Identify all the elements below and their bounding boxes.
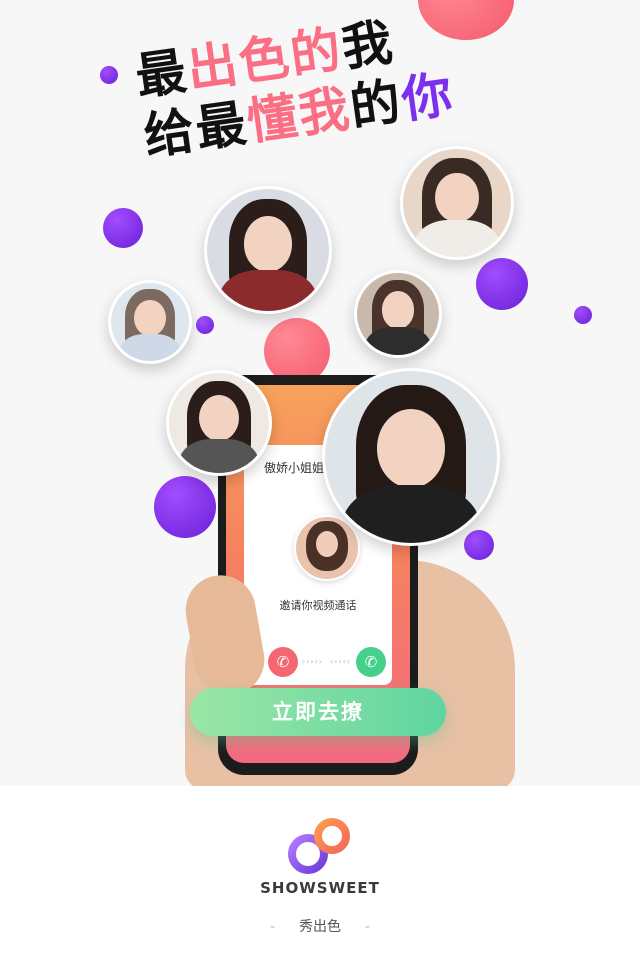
- footer: SHOWSWEET - 秀出色 -: [0, 786, 640, 960]
- profile-avatar[interactable]: [166, 370, 272, 476]
- profile-avatar[interactable]: [322, 368, 500, 546]
- profile-avatar[interactable]: [354, 270, 442, 358]
- avatar-face: [376, 408, 446, 488]
- avatar-clothing: [219, 269, 317, 311]
- call-message: 邀请你视频通话: [279, 599, 357, 612]
- tagline-dash-left: -: [269, 919, 275, 935]
- decor-dot-purple: [196, 316, 214, 334]
- decor-dot-purple: [476, 258, 528, 310]
- tagline: - 秀出色 -: [0, 916, 640, 936]
- swipe-hint-left: ›››››: [302, 657, 323, 666]
- avatar-face: [134, 300, 166, 337]
- avatar-clothing: [179, 439, 259, 473]
- decor-dot-purple: [103, 208, 143, 248]
- swipe-hint-right: ‹‹‹‹‹: [330, 657, 351, 666]
- phone-accept-icon: ✆: [364, 653, 378, 671]
- caller-avatar-face: [316, 531, 338, 557]
- profile-avatar[interactable]: [400, 146, 514, 260]
- avatar-face: [435, 172, 479, 223]
- headline: 最出色的我 给最懂我的你: [132, 0, 525, 167]
- showsweet-logo-icon: [288, 818, 350, 874]
- profile-avatar[interactable]: [108, 280, 192, 364]
- avatar-clothing: [342, 484, 480, 543]
- avatar-face: [243, 215, 293, 272]
- avatar-face: [381, 291, 415, 329]
- profile-avatar[interactable]: [204, 186, 332, 314]
- decline-call-button[interactable]: ✆: [268, 647, 298, 677]
- tagline-dash-right: -: [365, 919, 371, 935]
- decor-dot-purple: [154, 476, 216, 538]
- avatar-clothing: [413, 220, 501, 257]
- decor-dot-purple: [100, 66, 118, 84]
- avatar-clothing: [365, 327, 431, 355]
- avatar-clothing: [118, 334, 182, 361]
- tagline-text: 秀出色: [299, 919, 341, 935]
- avatar-face: [199, 395, 239, 441]
- brand-name: SHOWSWEET: [260, 879, 380, 897]
- hero-section: 最出色的我 给最懂我的你 傲娇小姐姐 邀请你视频通话 ✆ ››››› ‹‹‹‹‹…: [0, 0, 640, 786]
- decor-dot-purple: [574, 306, 592, 324]
- accept-call-button[interactable]: ✆: [356, 647, 386, 677]
- phone-decline-icon: ✆: [276, 653, 290, 671]
- flirt-now-button[interactable]: 立即去撩: [190, 688, 446, 736]
